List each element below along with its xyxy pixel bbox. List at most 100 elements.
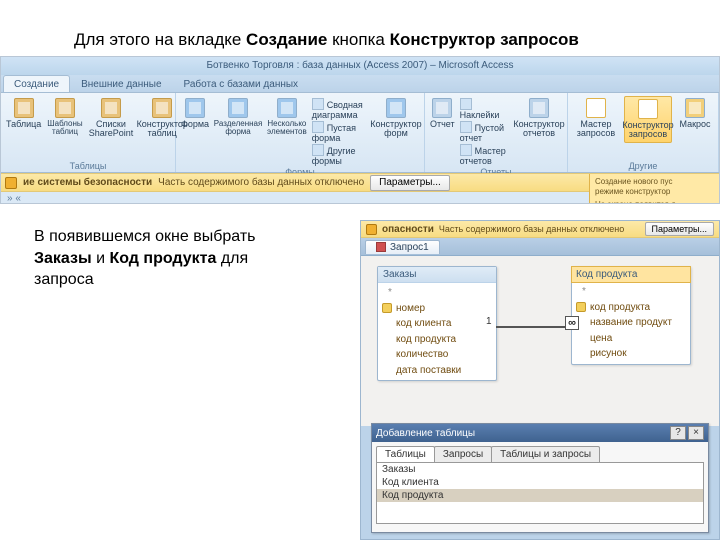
btn-more-forms[interactable]: Другие формы bbox=[312, 144, 368, 166]
btn-report-design[interactable]: Конструктор отчетов bbox=[515, 96, 563, 166]
btn-form-design[interactable]: Конструктор форм bbox=[372, 96, 420, 166]
query-icon bbox=[376, 242, 386, 252]
dlg-tab-both[interactable]: Таблицы и запросы bbox=[491, 446, 600, 462]
shield-icon bbox=[5, 177, 17, 189]
field-kod-klienta[interactable]: код клиента bbox=[378, 316, 496, 332]
access-ribbon-window: Ботвенко Торговля : база данных (Access … bbox=[0, 56, 720, 204]
table-design-icon bbox=[152, 98, 172, 118]
split-form-icon bbox=[228, 98, 248, 118]
btn-table-templates[interactable]: Шаблоны таблиц bbox=[46, 96, 83, 141]
tooltip-pane: Создание нового пус режиме конструктор Н… bbox=[589, 174, 719, 204]
dialog-title: Добавление таблицы bbox=[376, 428, 475, 439]
query-wizard-icon bbox=[586, 98, 606, 118]
list-item[interactable]: Заказы bbox=[377, 463, 703, 476]
security-options-button[interactable]: Параметры... bbox=[645, 222, 714, 236]
group-other: Мастер запросов Конструктор запросов Мак… bbox=[568, 93, 719, 172]
list-item[interactable]: Код клиента bbox=[377, 476, 703, 489]
macro-icon bbox=[685, 98, 705, 118]
security-warning-text: Часть содержимого базы данных отключено bbox=[439, 224, 624, 234]
field-nomer[interactable]: номер bbox=[378, 301, 496, 317]
t: Код продукта bbox=[109, 250, 216, 267]
btn-multi-items[interactable]: Несколько элементов bbox=[266, 96, 308, 166]
field-all[interactable]: * bbox=[572, 284, 690, 300]
t: Заказы bbox=[34, 250, 92, 267]
table-icon bbox=[14, 98, 34, 118]
ribbon-tabs: Создание Внешние данные Работа с базами … bbox=[1, 75, 719, 93]
dlg-tab-queries[interactable]: Запросы bbox=[434, 446, 492, 462]
t: Создание bbox=[246, 30, 327, 49]
table-templates-icon bbox=[55, 98, 75, 118]
table-title: Заказы bbox=[378, 267, 496, 283]
document-tabs: Запрос1 bbox=[361, 238, 719, 256]
add-table-dialog: Добавление таблицы ?× Таблицы Запросы Та… bbox=[371, 423, 709, 533]
security-warning-bar: опасности Часть содержимого базы данных … bbox=[361, 221, 719, 238]
btn-pivot-chart[interactable]: Сводная диаграмма bbox=[312, 98, 368, 120]
infinity-icon: ∞ bbox=[565, 316, 579, 330]
t: и bbox=[92, 250, 110, 267]
btn-macro[interactable]: Макрос bbox=[676, 96, 714, 143]
dialog-table-list[interactable]: Заказы Код клиента Код продукта bbox=[376, 462, 704, 524]
query-design-icon bbox=[638, 99, 658, 119]
group-label: Таблицы bbox=[5, 160, 171, 171]
btn-report-wizard[interactable]: Мастер отчетов bbox=[460, 144, 511, 166]
group-label: Другие bbox=[572, 160, 714, 171]
btn-sharepoint-lists[interactable]: Списки SharePoint bbox=[88, 96, 135, 141]
field-kolichestvo[interactable]: количество bbox=[378, 347, 496, 363]
report-small-list: Наклейки Пустой отчет Мастер отчетов bbox=[460, 96, 511, 166]
btn-blank-form[interactable]: Пустая форма bbox=[312, 121, 368, 143]
btn-labels[interactable]: Наклейки bbox=[460, 98, 511, 120]
group-forms: Форма Разделенная форма Несколько элемен… bbox=[176, 93, 425, 172]
t: В появившемся окне выбрать bbox=[34, 228, 255, 245]
field-kod-produkta[interactable]: код продукта bbox=[378, 332, 496, 348]
group-reports: Отчет Наклейки Пустой отчет Мастер отчет… bbox=[425, 93, 568, 172]
security-warning-title: опасности bbox=[382, 224, 434, 235]
query-designer-window: опасности Часть содержимого базы данных … bbox=[360, 220, 720, 540]
group-tables: Таблица Шаблоны таблиц Списки SharePoint… bbox=[1, 93, 176, 172]
tab-query1[interactable]: Запрос1 bbox=[365, 240, 440, 254]
multi-items-icon bbox=[277, 98, 297, 118]
btn-blank-report[interactable]: Пустой отчет bbox=[460, 121, 511, 143]
field-risunok[interactable]: рисунок bbox=[572, 346, 690, 362]
table-zakazy[interactable]: Заказы * номер код клиента код продукта … bbox=[377, 266, 497, 381]
relationship-line[interactable]: ∞ bbox=[496, 326, 576, 328]
ribbon: Таблица Шаблоны таблиц Списки SharePoint… bbox=[1, 93, 719, 173]
btn-form[interactable]: Форма bbox=[180, 96, 210, 166]
window-title: Ботвенко Торговля : база данных (Access … bbox=[1, 57, 719, 75]
dialog-titlebar[interactable]: Добавление таблицы ?× bbox=[372, 424, 708, 442]
field-nazvanie-produkta[interactable]: название продукт bbox=[572, 315, 690, 331]
security-warning-title: ие системы безопасности bbox=[23, 177, 152, 188]
table-kod-produkta[interactable]: Код продукта * код продукта название про… bbox=[571, 266, 691, 365]
btn-query-wizard[interactable]: Мастер запросов bbox=[572, 96, 620, 143]
tab-db-tools[interactable]: Работа с базами данных bbox=[173, 75, 310, 92]
t: кнопка bbox=[327, 30, 389, 49]
tab-external-data[interactable]: Внешние данные bbox=[70, 75, 172, 92]
btn-table[interactable]: Таблица bbox=[5, 96, 42, 141]
close-button[interactable]: × bbox=[688, 426, 704, 440]
report-icon bbox=[432, 98, 452, 118]
query-design-canvas[interactable]: Заказы * номер код клиента код продукта … bbox=[361, 256, 719, 426]
btn-split-form[interactable]: Разделенная форма bbox=[214, 96, 262, 166]
field-cena[interactable]: цена bbox=[572, 331, 690, 347]
report-design-icon bbox=[529, 98, 549, 118]
field-kod-produkta[interactable]: код продукта bbox=[572, 300, 690, 316]
form-icon bbox=[185, 98, 205, 118]
btn-query-design[interactable]: Конструктор запросов bbox=[624, 96, 672, 143]
btn-report[interactable]: Отчет bbox=[429, 96, 456, 166]
dlg-tab-tables[interactable]: Таблицы bbox=[376, 446, 435, 462]
help-button[interactable]: ? bbox=[670, 426, 686, 440]
list-item[interactable]: Код продукта bbox=[377, 489, 703, 502]
dialog-tabs: Таблицы Запросы Таблицы и запросы bbox=[376, 446, 704, 462]
caption-ribbon: Для этого на вкладке Создание кнопка Кон… bbox=[74, 30, 579, 50]
sharepoint-icon bbox=[101, 98, 121, 118]
table-title: Код продукта bbox=[571, 266, 691, 283]
tab-create[interactable]: Создание bbox=[3, 75, 70, 92]
field-all[interactable]: * bbox=[378, 285, 496, 301]
shield-icon bbox=[366, 224, 377, 235]
t: Для этого на вкладке bbox=[74, 30, 246, 49]
form-design-icon bbox=[386, 98, 406, 118]
field-data-postavki[interactable]: дата поставки bbox=[378, 363, 496, 379]
form-small-list: Сводная диаграмма Пустая форма Другие фо… bbox=[312, 96, 368, 166]
caption-dialog: В появившемся окне выбрать Заказы и Код … bbox=[34, 226, 294, 291]
security-options-button[interactable]: Параметры... bbox=[370, 175, 450, 191]
security-warning-text: Часть содержимого базы данных отключено bbox=[158, 177, 364, 188]
